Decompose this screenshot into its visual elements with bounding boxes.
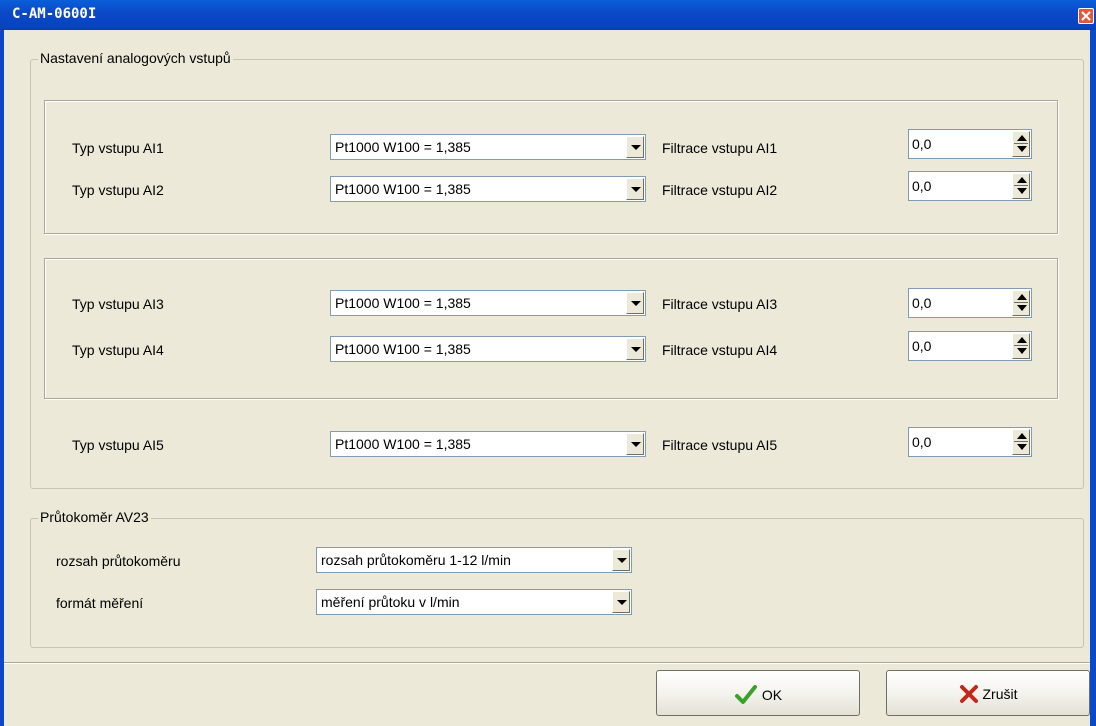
- filter-spinbox-ai1[interactable]: 0,0: [908, 129, 1032, 159]
- filter-label-ai2: Filtrace vstupu AI2: [662, 182, 778, 198]
- input-type-select-ai1[interactable]: Pt1000 W100 = 1,385: [330, 134, 646, 160]
- ok-button[interactable]: OK: [656, 670, 860, 716]
- ok-button-label: OK: [761, 687, 783, 703]
- spin-separator: [1014, 345, 1028, 346]
- flow-range-value: rozsah průtokoměru 1-12 l/min: [321, 552, 511, 568]
- chevron-down-icon: [617, 558, 627, 563]
- input-type-select-ai2[interactable]: Pt1000 W100 = 1,385: [330, 176, 646, 202]
- arrow-down-icon: [1017, 348, 1027, 354]
- spin-buttons[interactable]: [1012, 131, 1030, 157]
- input-type-value-ai3: Pt1000 W100 = 1,385: [335, 295, 471, 311]
- close-button[interactable]: [1078, 8, 1094, 24]
- arrow-up-icon: [1017, 294, 1027, 300]
- chevron-down-icon: [631, 145, 641, 150]
- chevron-down-icon: [631, 187, 641, 192]
- spin-buttons[interactable]: [1012, 290, 1030, 316]
- spin-buttons[interactable]: [1012, 173, 1030, 199]
- dropdown-button[interactable]: [626, 292, 644, 314]
- arrow-up-icon: [1017, 135, 1027, 141]
- red-x-icon: [959, 685, 978, 703]
- spin-buttons[interactable]: [1012, 333, 1030, 359]
- filter-value-ai1: 0,0: [912, 136, 932, 152]
- input-type-select-ai3[interactable]: Pt1000 W100 = 1,385: [330, 290, 646, 316]
- spin-buttons[interactable]: [1012, 429, 1030, 455]
- arrow-up-icon: [1017, 177, 1027, 183]
- arrow-down-icon: [1017, 188, 1027, 194]
- input-type-label-ai2: Typ vstupu AI2: [72, 182, 164, 198]
- dropdown-button[interactable]: [626, 178, 644, 200]
- input-type-select-ai4[interactable]: Pt1000 W100 = 1,385: [330, 336, 646, 362]
- window-frame-left: [0, 30, 4, 726]
- filter-value-ai3: 0,0: [912, 295, 932, 311]
- ok-button-content: OK: [657, 684, 859, 706]
- checkmark-icon: [734, 685, 757, 704]
- arrow-down-icon: [1017, 305, 1027, 311]
- chevron-down-icon: [631, 347, 641, 352]
- spin-separator: [1014, 143, 1028, 144]
- filter-label-ai5: Filtrace vstupu AI5: [662, 437, 778, 453]
- footer-divider: [4, 662, 1090, 664]
- input-type-label-ai4: Typ vstupu AI4: [72, 342, 164, 358]
- inputs-panel-2: [44, 258, 1058, 399]
- flow-range-select[interactable]: rozsah průtokoměru 1-12 l/min: [316, 547, 632, 573]
- filter-spinbox-ai3[interactable]: 0,0: [908, 288, 1032, 318]
- filter-label-ai3: Filtrace vstupu AI3: [662, 296, 778, 312]
- input-type-label-ai1: Typ vstupu AI1: [72, 140, 164, 156]
- dropdown-button[interactable]: [626, 338, 644, 360]
- close-icon: [1081, 11, 1091, 21]
- input-type-label-ai3: Typ vstupu AI3: [72, 296, 164, 312]
- spin-separator: [1014, 185, 1028, 186]
- filter-label-ai4: Filtrace vstupu AI4: [662, 342, 778, 358]
- dropdown-button[interactable]: [626, 433, 644, 455]
- input-type-value-ai2: Pt1000 W100 = 1,385: [335, 181, 471, 197]
- chevron-down-icon: [631, 442, 641, 447]
- spin-separator: [1014, 302, 1028, 303]
- cancel-button-content: Zrušit: [887, 684, 1089, 704]
- flow-meter-group: [30, 518, 1084, 648]
- window-title: C-AM-0600I: [12, 6, 97, 22]
- filter-spinbox-ai2[interactable]: 0,0: [908, 171, 1032, 201]
- chevron-down-icon: [617, 600, 627, 605]
- arrow-up-icon: [1017, 337, 1027, 343]
- arrow-up-icon: [1017, 433, 1027, 439]
- window-frame-right: [1090, 30, 1096, 726]
- arrow-down-icon: [1017, 146, 1027, 152]
- cancel-button-label: Zrušit: [982, 686, 1018, 702]
- filter-spinbox-ai4[interactable]: 0,0: [908, 331, 1032, 361]
- arrow-down-icon: [1017, 444, 1027, 450]
- dropdown-button[interactable]: [612, 591, 630, 613]
- dropdown-button[interactable]: [612, 549, 630, 571]
- spin-separator: [1014, 441, 1028, 442]
- measurement-format-select[interactable]: měření průtoku v l/min: [316, 589, 632, 615]
- dropdown-button[interactable]: [626, 136, 644, 158]
- input-type-value-ai5: Pt1000 W100 = 1,385: [335, 436, 471, 452]
- inputs-panel-1: [44, 100, 1058, 234]
- filter-label-ai1: Filtrace vstupu AI1: [662, 140, 778, 156]
- cancel-button[interactable]: Zrušit: [886, 670, 1090, 716]
- filter-value-ai5: 0,0: [912, 434, 932, 450]
- input-type-select-ai5[interactable]: Pt1000 W100 = 1,385: [330, 431, 646, 457]
- measurement-format-label: formát měření: [56, 595, 144, 611]
- input-type-label-ai5: Typ vstupu AI5: [72, 437, 164, 453]
- flow-range-label: rozsah průtokoměru: [56, 553, 181, 569]
- title-bar[interactable]: C-AM-0600I: [0, 0, 1096, 30]
- input-type-value-ai4: Pt1000 W100 = 1,385: [335, 341, 471, 357]
- measurement-format-value: měření průtoku v l/min: [321, 594, 460, 610]
- filter-spinbox-ai5[interactable]: 0,0: [908, 427, 1032, 457]
- filter-value-ai4: 0,0: [912, 338, 932, 354]
- flow-meter-legend: Průtokoměr AV23: [38, 509, 151, 525]
- filter-value-ai2: 0,0: [912, 178, 932, 194]
- analog-inputs-legend: Nastavení analogových vstupů: [38, 50, 233, 66]
- chevron-down-icon: [631, 301, 641, 306]
- input-type-value-ai1: Pt1000 W100 = 1,385: [335, 139, 471, 155]
